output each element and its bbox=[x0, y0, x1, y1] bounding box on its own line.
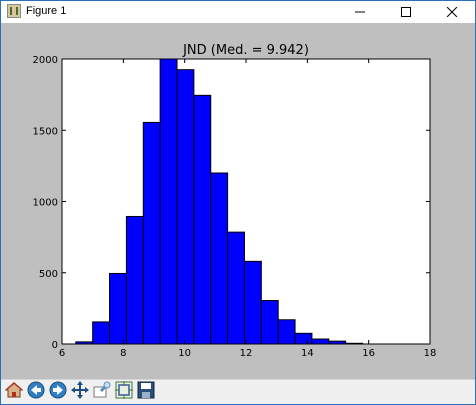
y-tick-label: 1500 bbox=[33, 126, 58, 137]
histogram-bar bbox=[210, 172, 229, 345]
forward-arrow-icon bbox=[49, 381, 67, 403]
navigation-toolbar bbox=[1, 379, 475, 404]
figure-canvas[interactable]: 6 8 10 12 14 16 18 0 500 1000 1500 2000 JND (Med. =… bbox=[1, 23, 475, 379]
histogram-bar bbox=[227, 231, 245, 345]
x-tick-label: 14 bbox=[301, 348, 314, 359]
pan-move-icon bbox=[71, 381, 89, 403]
configure-subplots-button[interactable] bbox=[114, 381, 134, 403]
histogram-chart: 6 8 10 12 14 16 18 0 500 1000 1500 2000 JND (Med. =… bbox=[33, 43, 437, 359]
x-tick-label: 12 bbox=[240, 348, 253, 359]
x-tick-label: 6 bbox=[59, 348, 65, 359]
zoom-button[interactable] bbox=[92, 381, 112, 403]
histogram-bar bbox=[260, 300, 279, 345]
x-tick-label: 18 bbox=[424, 348, 437, 359]
window-title: Figure 1 bbox=[26, 5, 67, 17]
histogram-bar bbox=[294, 332, 313, 345]
y-tick-label: 2000 bbox=[33, 55, 58, 66]
histogram-bar bbox=[142, 121, 161, 345]
home-button[interactable] bbox=[4, 382, 24, 402]
x-tick-label: 16 bbox=[362, 348, 375, 359]
save-disk-icon bbox=[137, 381, 155, 403]
zoom-rect-icon bbox=[93, 381, 111, 403]
histogram-bar bbox=[109, 272, 127, 345]
close-button[interactable] bbox=[429, 1, 475, 23]
y-tick-label: 1000 bbox=[33, 198, 58, 209]
back-arrow-icon bbox=[27, 381, 45, 403]
histogram-bar bbox=[176, 69, 195, 345]
subplots-icon bbox=[115, 381, 133, 403]
y-tick-label: 500 bbox=[39, 269, 58, 280]
x-tick-label: 10 bbox=[178, 348, 191, 359]
pan-button[interactable] bbox=[70, 381, 90, 403]
back-button[interactable] bbox=[26, 381, 46, 403]
chart-title: JND (Med. = 9.942) bbox=[182, 43, 309, 58]
histogram-bar bbox=[92, 321, 111, 345]
histogram-bar bbox=[311, 338, 330, 345]
maximize-icon bbox=[401, 7, 411, 17]
y-tick-label: 0 bbox=[52, 340, 58, 351]
histogram-bar bbox=[277, 319, 296, 345]
close-icon bbox=[447, 7, 457, 17]
histogram-bar bbox=[243, 260, 262, 345]
save-button[interactable] bbox=[136, 381, 156, 403]
histogram-bar bbox=[125, 215, 144, 345]
home-icon bbox=[4, 381, 24, 403]
minimize-button[interactable] bbox=[337, 1, 383, 23]
matplotlib-app-icon bbox=[7, 4, 21, 18]
title-bar[interactable]: Figure 1 bbox=[1, 1, 475, 23]
histogram-bar bbox=[193, 94, 212, 345]
minimize-icon bbox=[355, 7, 365, 17]
maximize-button[interactable] bbox=[383, 1, 429, 23]
x-tick-label: 8 bbox=[120, 348, 126, 359]
forward-button[interactable] bbox=[48, 381, 68, 403]
figure-window: Figure 1 6 8 10 12 14 16 18 0 500 1000 1500 2000 JN… bbox=[0, 0, 476, 405]
histogram-bar bbox=[159, 58, 178, 345]
